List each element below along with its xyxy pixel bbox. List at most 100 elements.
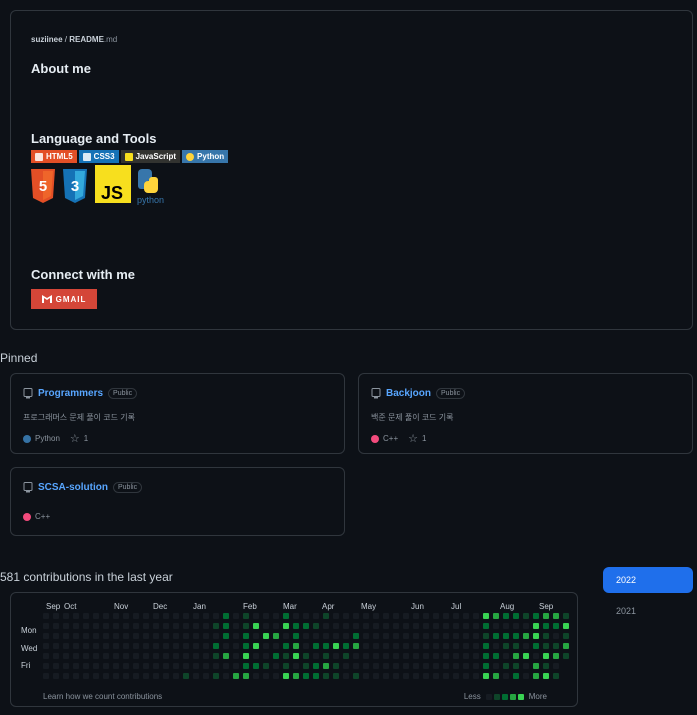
contribution-day-cell[interactable] (413, 613, 419, 619)
contribution-day-cell[interactable] (483, 623, 489, 629)
contribution-day-cell[interactable] (363, 673, 369, 679)
contribution-day-cell[interactable] (363, 623, 369, 629)
contribution-day-cell[interactable] (333, 673, 339, 679)
contribution-day-cell[interactable] (243, 673, 249, 679)
contribution-day-cell[interactable] (53, 633, 59, 639)
contribution-day-cell[interactable] (343, 673, 349, 679)
contribution-day-cell[interactable] (413, 633, 419, 639)
contribution-day-cell[interactable] (293, 643, 299, 649)
contribution-day-cell[interactable] (483, 673, 489, 679)
contribution-day-cell[interactable] (463, 653, 469, 659)
contribution-day-cell[interactable] (333, 643, 339, 649)
contribution-day-cell[interactable] (103, 623, 109, 629)
contribution-day-cell[interactable] (353, 623, 359, 629)
contribution-day-cell[interactable] (523, 623, 529, 629)
contribution-day-cell[interactable] (383, 623, 389, 629)
contribution-day-cell[interactable] (443, 633, 449, 639)
contribution-day-cell[interactable] (413, 673, 419, 679)
contribution-day-cell[interactable] (433, 613, 439, 619)
contribution-day-cell[interactable] (493, 653, 499, 659)
contribution-day-cell[interactable] (43, 663, 49, 669)
contribution-day-cell[interactable] (353, 653, 359, 659)
contribution-day-cell[interactable] (243, 663, 249, 669)
contribution-day-cell[interactable] (363, 653, 369, 659)
contribution-day-cell[interactable] (173, 673, 179, 679)
contribution-day-cell[interactable] (263, 613, 269, 619)
contribution-day-cell[interactable] (213, 633, 219, 639)
contribution-day-cell[interactable] (73, 653, 79, 659)
contribution-day-cell[interactable] (553, 653, 559, 659)
contribution-day-cell[interactable] (193, 653, 199, 659)
contribution-day-cell[interactable] (113, 653, 119, 659)
contribution-day-cell[interactable] (183, 673, 189, 679)
contribution-day-cell[interactable] (423, 663, 429, 669)
contribution-day-cell[interactable] (253, 673, 259, 679)
contribution-day-cell[interactable] (303, 673, 309, 679)
contribution-day-cell[interactable] (553, 633, 559, 639)
contribution-day-cell[interactable] (153, 653, 159, 659)
contribution-day-cell[interactable] (383, 613, 389, 619)
contribution-day-cell[interactable] (163, 633, 169, 639)
contribution-day-cell[interactable] (543, 613, 549, 619)
contribution-day-cell[interactable] (123, 633, 129, 639)
contribution-day-cell[interactable] (533, 613, 539, 619)
contribution-day-cell[interactable] (423, 613, 429, 619)
contribution-day-cell[interactable] (473, 613, 479, 619)
contribution-day-cell[interactable] (503, 623, 509, 629)
contribution-day-cell[interactable] (543, 653, 549, 659)
contribution-day-cell[interactable] (163, 663, 169, 669)
contribution-day-cell[interactable] (373, 673, 379, 679)
contribution-day-cell[interactable] (243, 653, 249, 659)
contribution-day-cell[interactable] (213, 673, 219, 679)
contribution-day-cell[interactable] (123, 653, 129, 659)
contribution-day-cell[interactable] (243, 633, 249, 639)
readme-path[interactable]: suziinee / README.md (31, 35, 117, 44)
contribution-day-cell[interactable] (63, 633, 69, 639)
contribution-day-cell[interactable] (503, 663, 509, 669)
contribution-day-cell[interactable] (153, 623, 159, 629)
contribution-day-cell[interactable] (453, 673, 459, 679)
contribution-day-cell[interactable] (53, 643, 59, 649)
contribution-day-cell[interactable] (403, 633, 409, 639)
contribution-day-cell[interactable] (493, 663, 499, 669)
contribution-day-cell[interactable] (83, 623, 89, 629)
contribution-day-cell[interactable] (223, 653, 229, 659)
contribution-day-cell[interactable] (343, 663, 349, 669)
contribution-day-cell[interactable] (453, 663, 459, 669)
contribution-day-cell[interactable] (163, 673, 169, 679)
contribution-day-cell[interactable] (233, 613, 239, 619)
contribution-day-cell[interactable] (393, 653, 399, 659)
contribution-day-cell[interactable] (343, 653, 349, 659)
contribution-day-cell[interactable] (293, 673, 299, 679)
contribution-day-cell[interactable] (213, 663, 219, 669)
contribution-day-cell[interactable] (283, 623, 289, 629)
contribution-day-cell[interactable] (543, 623, 549, 629)
contribution-day-cell[interactable] (313, 673, 319, 679)
contribution-day-cell[interactable] (273, 643, 279, 649)
contribution-day-cell[interactable] (263, 643, 269, 649)
contribution-day-cell[interactable] (423, 673, 429, 679)
contribution-day-cell[interactable] (123, 643, 129, 649)
readme-owner[interactable]: suziinee (31, 35, 63, 44)
contribution-day-cell[interactable] (153, 643, 159, 649)
contribution-day-cell[interactable] (553, 673, 559, 679)
contribution-day-cell[interactable] (143, 613, 149, 619)
contribution-day-cell[interactable] (113, 663, 119, 669)
contribution-day-cell[interactable] (213, 653, 219, 659)
contribution-day-cell[interactable] (363, 633, 369, 639)
contribution-day-cell[interactable] (403, 643, 409, 649)
contribution-day-cell[interactable] (123, 613, 129, 619)
contribution-day-cell[interactable] (253, 663, 259, 669)
contribution-day-cell[interactable] (413, 623, 419, 629)
contribution-day-cell[interactable] (533, 663, 539, 669)
contribution-day-cell[interactable] (73, 643, 79, 649)
contribution-day-cell[interactable] (93, 643, 99, 649)
contribution-day-cell[interactable] (233, 633, 239, 639)
contribution-day-cell[interactable] (183, 623, 189, 629)
contribution-day-cell[interactable] (353, 613, 359, 619)
repo-name-link[interactable]: Backjoon (386, 388, 431, 399)
contribution-day-cell[interactable] (453, 633, 459, 639)
contribution-day-cell[interactable] (343, 633, 349, 639)
contribution-day-cell[interactable] (203, 633, 209, 639)
contribution-day-cell[interactable] (513, 623, 519, 629)
